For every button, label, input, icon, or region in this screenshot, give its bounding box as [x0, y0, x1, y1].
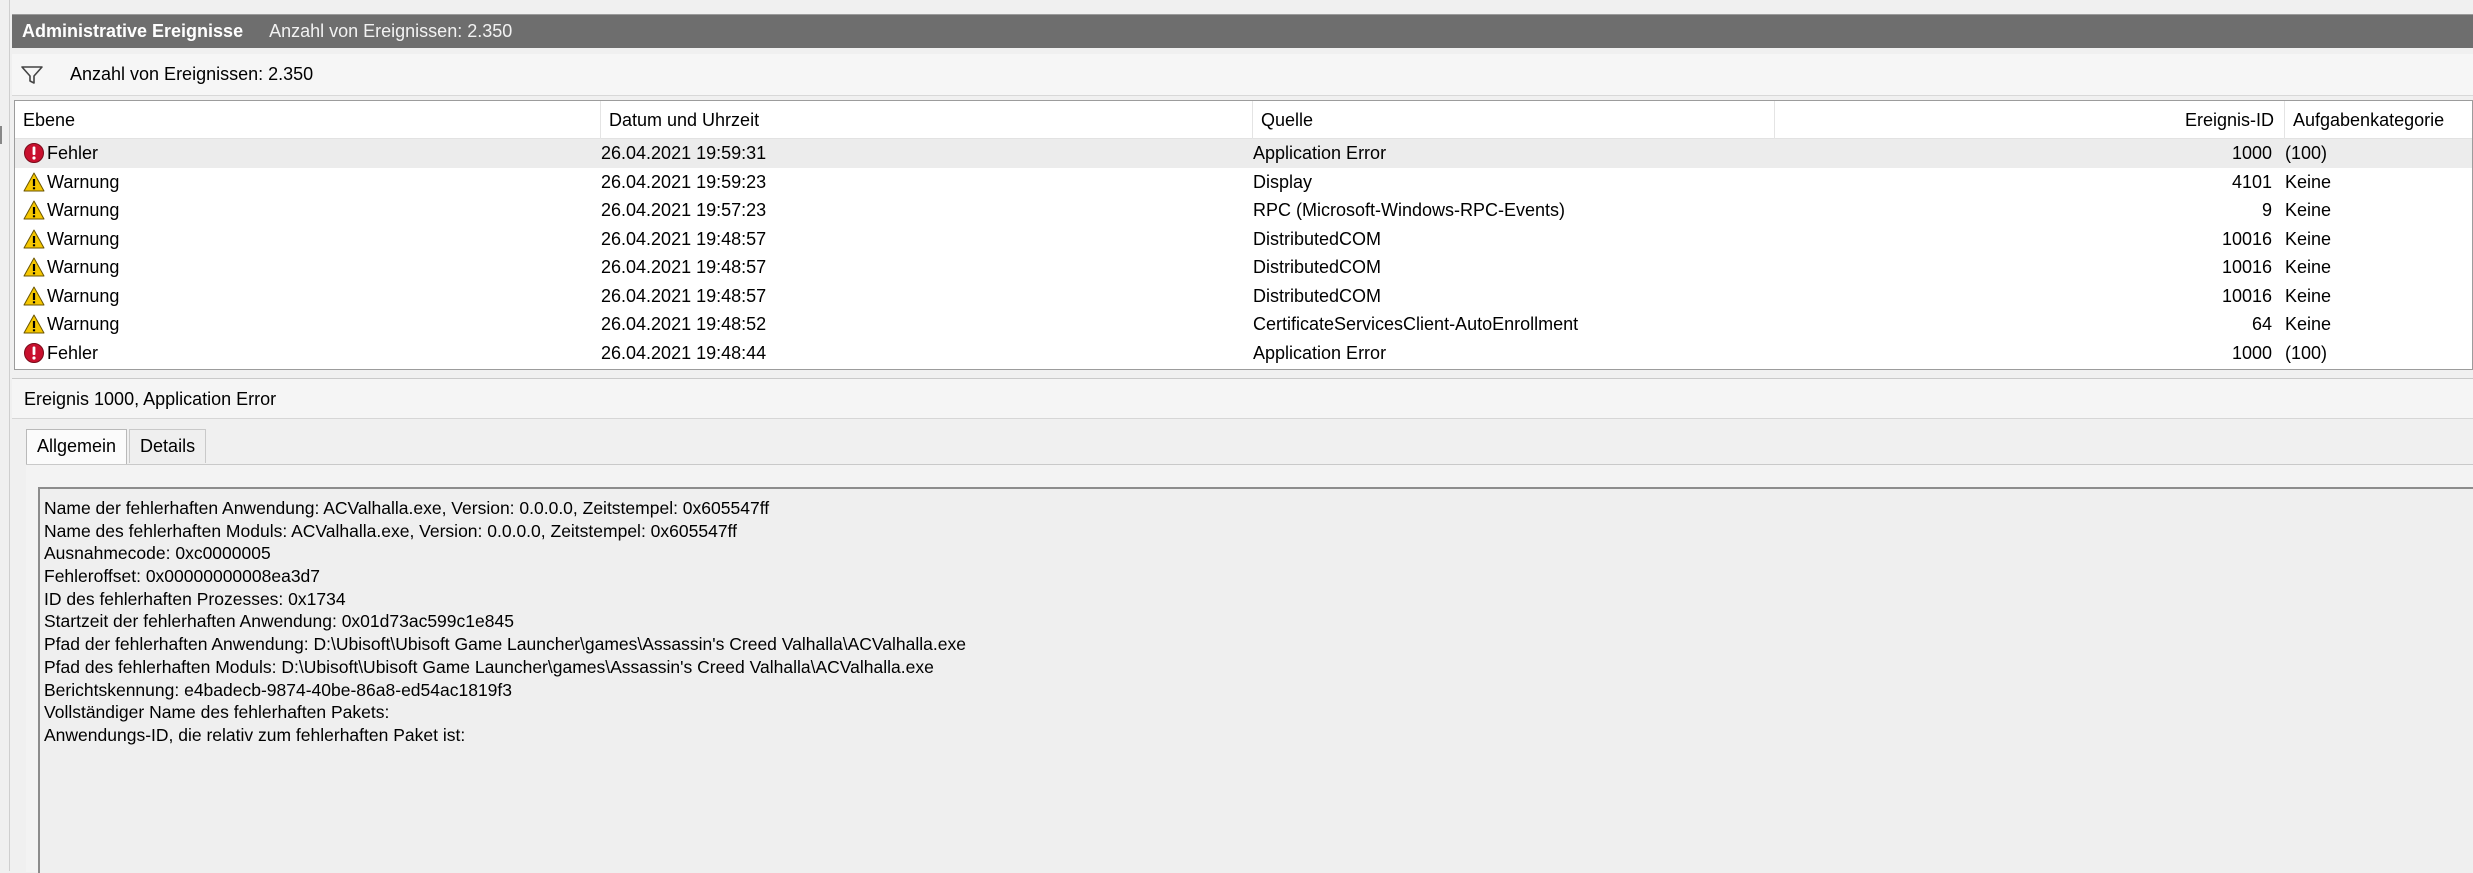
warning-icon: [23, 200, 45, 220]
message-line: Vollständiger Name des fehlerhaften Pake…: [44, 702, 390, 723]
cell-source: DistributedCOM: [1253, 257, 1382, 277]
table-row[interactable]: Fehler 26.04.2021 19:59:31 Application Err…: [15, 139, 2472, 168]
warning-icon: [23, 257, 45, 277]
cell-level: Warnung: [23, 225, 119, 254]
pane-splitter-grip[interactable]: [0, 126, 4, 144]
column-header-source[interactable]: Quelle: [1253, 101, 1775, 139]
view-title-bar: Administrative Ereignisse Anzahl von Ere…: [12, 14, 2473, 48]
message-line: Anwendungs-ID, die relativ zum fehlerhaf…: [44, 724, 466, 745]
cell-date: 26.04.2021 19:57:23: [601, 200, 767, 220]
tab-general[interactable]: Allgemein: [26, 429, 128, 465]
event-viewer-panel: Administrative Ereignisse Anzahl von Ere…: [12, 0, 2473, 873]
filter-icon[interactable]: [20, 64, 44, 86]
cell-date: 26.04.2021 19:48:57: [601, 228, 767, 249]
cell-event-id: 9: [2261, 200, 2272, 220]
message-line: Name der fehlerhaften Anwendung: ACValha…: [44, 498, 770, 518]
cell-task-category: Keine: [2285, 228, 2332, 249]
column-header-level[interactable]: Ebene: [15, 101, 601, 139]
cell-source: Application Error: [1253, 342, 1387, 363]
cell-source: Application Error: [1253, 143, 1387, 163]
level-text: Warnung: [47, 228, 120, 249]
cell-event-id: 10016: [2221, 285, 2272, 306]
cell-task-category: Keine: [2285, 314, 2332, 334]
tab-details[interactable]: Details: [129, 429, 207, 463]
event-detail-title: Ereignis 1000, Application Error: [12, 379, 2473, 419]
cell-level: Fehler: [23, 139, 98, 168]
table-row[interactable]: Warnung 26.04.2021 19:57:23 RPC (Microsoft…: [15, 196, 2472, 225]
message-line: Pfad des fehlerhaften Moduls: D:\Ubisoft…: [44, 656, 934, 677]
view-event-count: Anzahl von Ereignissen: 2.350: [269, 21, 513, 41]
filter-bar: Anzahl von Ereignissen: 2.350: [12, 54, 2473, 96]
cell-level: Warnung: [23, 168, 119, 197]
cell-source: Display: [1253, 171, 1313, 192]
cell-date: 26.04.2021 19:48:57: [601, 257, 767, 277]
detail-tabs: Allgemein Details: [26, 429, 208, 465]
message-line: Fehleroffset: 0x00000000008ea3d7: [44, 566, 321, 587]
cell-level: Warnung: [23, 282, 119, 311]
level-text: Warnung: [47, 171, 120, 192]
left-pane-edge: [0, 0, 10, 871]
table-row[interactable]: Warnung 26.04.2021 19:48:52 CertificateSer…: [15, 310, 2472, 339]
column-header-task-category[interactable]: Aufgabenkategorie: [2285, 101, 2473, 139]
message-line: Pfad der fehlerhaften Anwendung: D:\Ubis…: [44, 634, 966, 655]
cell-task-category: Keine: [2285, 200, 2332, 220]
message-line: Name des fehlerhaften Moduls: ACValhalla…: [44, 520, 737, 541]
cell-level: Fehler: [23, 339, 98, 368]
message-line: Ausnahmecode: 0xc0000005: [44, 543, 271, 564]
table-row[interactable]: Warnung 26.04.2021 19:48:57 DistributedCOM…: [15, 282, 2472, 311]
tab-general-body: Name der fehlerhaften Anwendung: ACValha…: [26, 464, 2473, 873]
cell-task-category: Keine: [2285, 171, 2332, 192]
warning-icon: [23, 314, 45, 334]
cell-event-id: 64: [2251, 314, 2272, 334]
level-text: Warnung: [47, 314, 120, 334]
message-line: Berichtskennung: e4badecb-9874-40be-86a8…: [44, 679, 513, 700]
cell-source: CertificateServicesClient-AutoEnrollment: [1253, 314, 1579, 334]
event-message-box[interactable]: Name der fehlerhaften Anwendung: ACValha…: [38, 487, 2473, 873]
warning-icon: [23, 229, 45, 249]
table-row[interactable]: Warnung 26.04.2021 19:59:23 Display 4101 Kei…: [15, 168, 2472, 197]
cell-date: 26.04.2021 19:59:23: [601, 171, 767, 192]
column-header-date[interactable]: Datum und Uhrzeit: [601, 101, 1253, 139]
cell-event-id: 10016: [2221, 257, 2272, 277]
view-title: Administrative Ereignisse: [22, 21, 244, 41]
cell-task-category: (100): [2285, 342, 2328, 363]
table-row[interactable]: Warnung 26.04.2021 19:48:57 DistributedCOM…: [15, 225, 2472, 254]
cell-date: 26.04.2021 19:48:52: [601, 314, 767, 334]
cell-task-category: Keine: [2285, 285, 2332, 306]
level-text: Fehler: [47, 143, 99, 163]
cell-event-id: 4101: [2231, 171, 2272, 192]
cell-date: 26.04.2021 19:48:57: [601, 285, 767, 306]
level-text: Warnung: [47, 257, 120, 277]
level-text: Warnung: [47, 200, 120, 220]
cell-source: RPC (Microsoft-Windows-RPC-Events): [1253, 200, 1566, 220]
cell-event-id: 1000: [2231, 342, 2272, 363]
cell-date: 26.04.2021 19:59:31: [601, 143, 767, 163]
message-line: Startzeit der fehlerhaften Anwendung: 0x…: [44, 611, 514, 632]
level-text: Fehler: [47, 342, 99, 363]
cell-source: DistributedCOM: [1253, 285, 1382, 306]
event-list: Ebene Datum und Uhrzeit Quelle Ereignis-…: [14, 100, 2473, 370]
cell-level: Warnung: [23, 310, 119, 339]
level-text: Warnung: [47, 285, 120, 306]
cell-level: Warnung: [23, 196, 119, 225]
filter-event-count: Anzahl von Ereignissen: 2.350: [70, 64, 314, 84]
cell-level: Warnung: [23, 253, 119, 282]
warning-icon: [23, 172, 45, 192]
error-icon: [24, 143, 44, 164]
message-line: ID des fehlerhaften Prozesses: 0x1734: [44, 588, 346, 609]
cell-event-id: 10016: [2221, 228, 2272, 249]
cell-event-id: 1000: [2231, 143, 2272, 163]
cell-date: 26.04.2021 19:48:44: [601, 342, 767, 363]
table-row[interactable]: Fehler 26.04.2021 19:48:44 Application Err…: [15, 339, 2472, 368]
cell-source: DistributedCOM: [1253, 228, 1382, 249]
column-header-event-id[interactable]: Ereignis-ID: [1775, 101, 2285, 139]
cell-task-category: (100): [2285, 143, 2328, 163]
table-row[interactable]: Warnung 26.04.2021 19:48:57 DistributedCOM…: [15, 253, 2472, 282]
warning-icon: [23, 286, 45, 306]
event-rows: Fehler 26.04.2021 19:59:31 Application Err…: [15, 139, 2472, 371]
error-icon: [24, 342, 44, 363]
event-detail-pane: Ereignis 1000, Application Error Allgeme…: [12, 378, 2473, 873]
event-list-header: Ebene Datum und Uhrzeit Quelle Ereignis-…: [15, 101, 2472, 139]
cell-task-category: Keine: [2285, 257, 2332, 277]
